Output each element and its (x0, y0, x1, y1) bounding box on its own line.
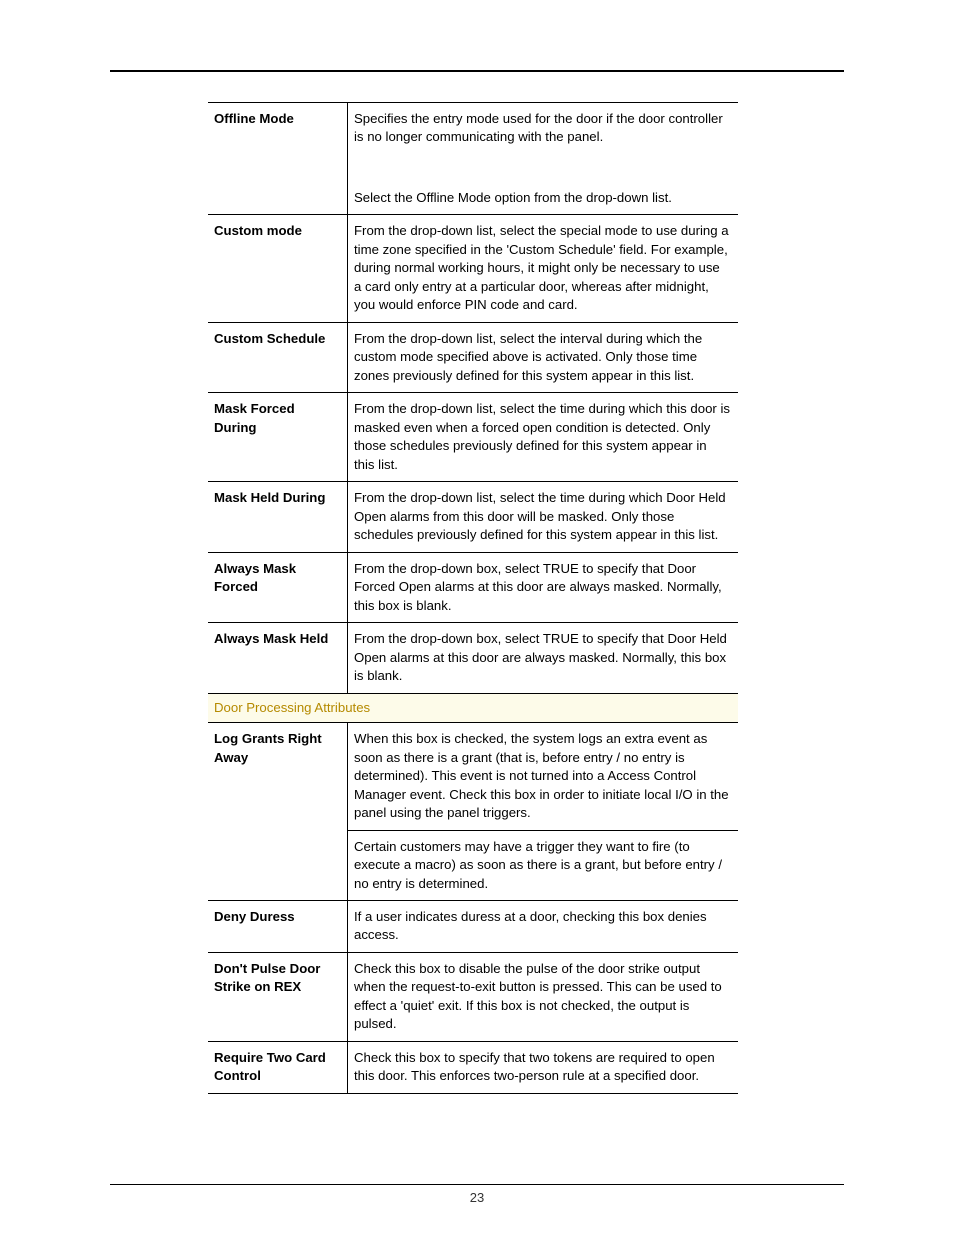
attr-label: Don't Pulse Door Strike on REX (208, 952, 348, 1041)
attr-desc: From the drop-down list, select the time… (348, 393, 739, 482)
attr-label: Log Grants Right Away (208, 723, 348, 901)
attr-label: Custom mode (208, 215, 348, 322)
attributes-table: Offline ModeSpecifies the entry mode use… (208, 102, 738, 1094)
attr-desc: From the drop-down list, select the spec… (348, 215, 739, 322)
attr-label: Mask Held During (208, 482, 348, 552)
attr-desc: When this box is checked, the system log… (348, 723, 739, 830)
bottom-rule (110, 1184, 844, 1185)
attr-desc: From the drop-down list, select the time… (348, 482, 739, 552)
attr-label: Require Two Card Control (208, 1041, 348, 1093)
page: Offline ModeSpecifies the entry mode use… (0, 0, 954, 1235)
section-header: Door Processing Attributes (208, 693, 738, 722)
attr-desc: From the drop-down box, select TRUE to s… (348, 552, 739, 622)
attr-desc: From the drop-down list, select the inte… (348, 322, 739, 392)
attr-desc: Certain customers may have a trigger the… (348, 830, 739, 900)
attr-label: Always Mask Held (208, 623, 348, 693)
attr-desc: Specifies the entry mode used for the do… (348, 103, 739, 215)
attr-label: Offline Mode (208, 103, 348, 215)
attr-desc: Check this box to disable the pulse of t… (348, 952, 739, 1041)
page-number: 23 (0, 1190, 954, 1205)
attr-label: Mask Forced During (208, 393, 348, 482)
attr-desc: From the drop-down box, select TRUE to s… (348, 623, 739, 693)
attr-label: Always Mask Forced (208, 552, 348, 622)
top-rule (110, 70, 844, 72)
attr-label: Custom Schedule (208, 322, 348, 392)
attr-desc: Check this box to specify that two token… (348, 1041, 739, 1093)
attr-label: Deny Duress (208, 900, 348, 952)
attr-desc: If a user indicates duress at a door, ch… (348, 900, 739, 952)
